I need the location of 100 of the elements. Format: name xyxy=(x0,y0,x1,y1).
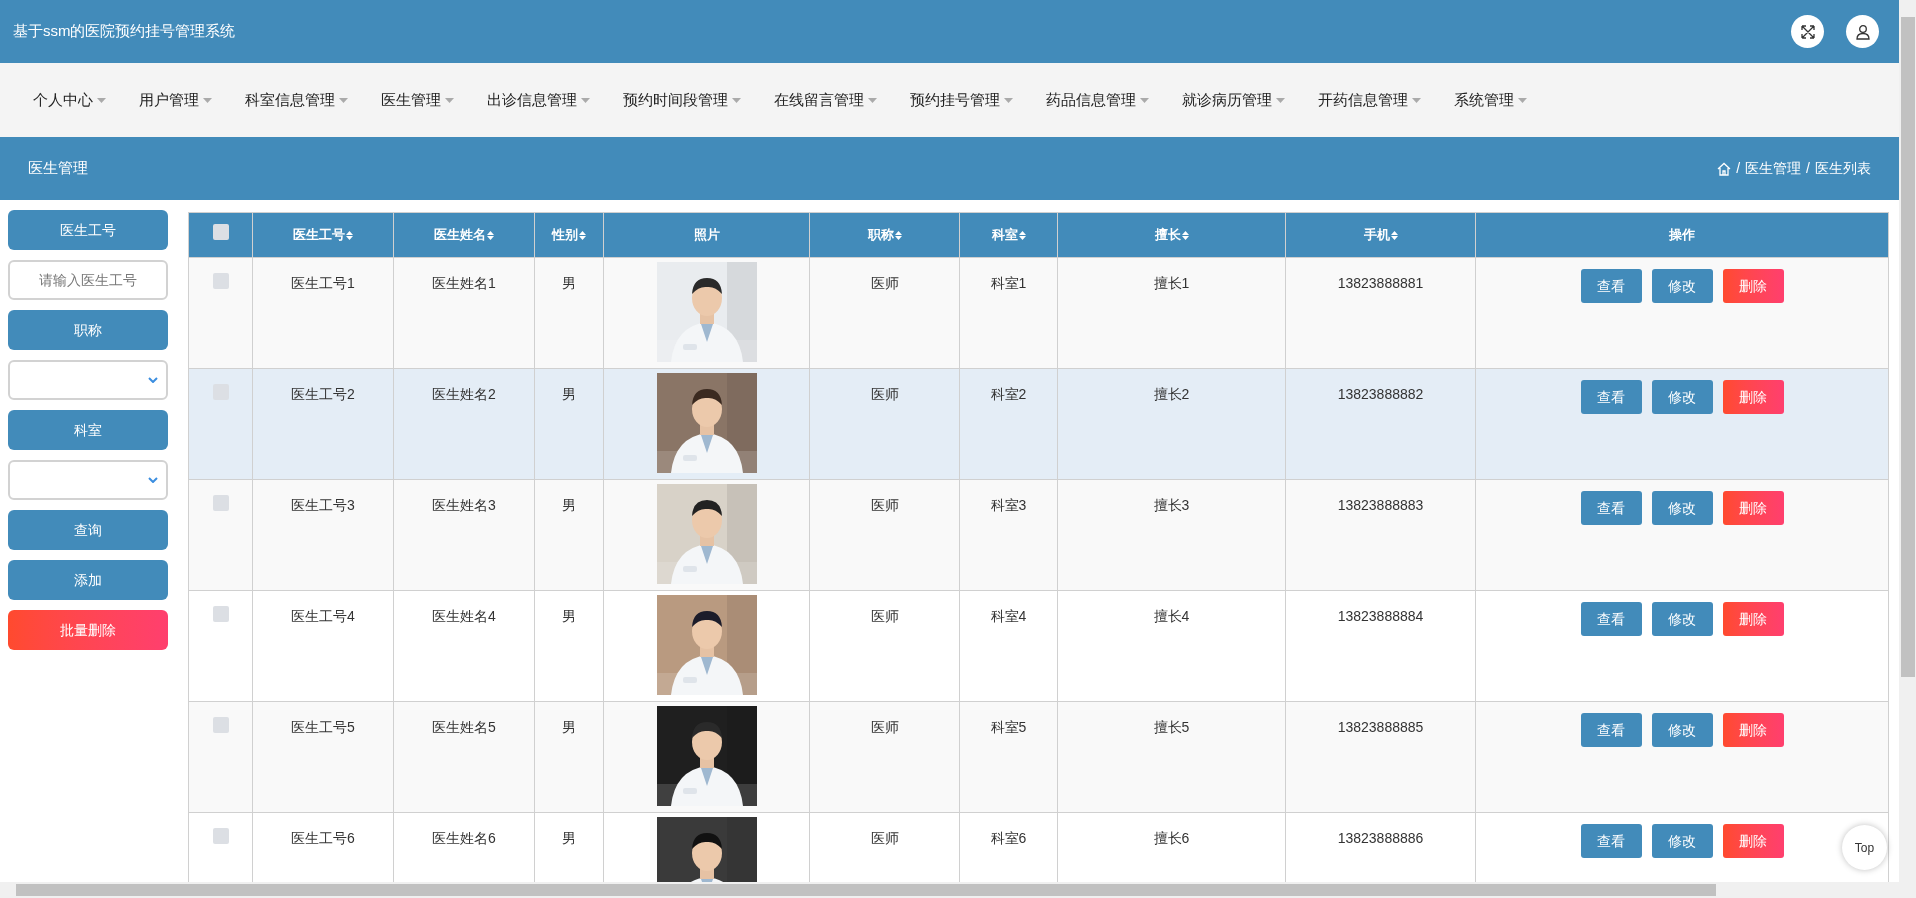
checkbox[interactable] xyxy=(212,495,229,511)
search-field[interactable]: 请输入医生工号 xyxy=(8,260,168,300)
sort-icon[interactable] xyxy=(1181,230,1189,240)
table-row[interactable]: 医生工号5 医生姓名5 男 医师 科室5 擅长5 13823888885 查看 修改 删除 xyxy=(188,701,1889,813)
horizontal-scrollbar[interactable] xyxy=(0,882,1899,898)
delete-button[interactable]: 删除 xyxy=(1722,713,1784,747)
nav-menu-item[interactable]: 开药信息管理 xyxy=(1318,88,1421,112)
breadcrumb-item: 医生列表 xyxy=(1815,159,1871,178)
action-button[interactable]: 查询 xyxy=(8,510,168,550)
table-cell: 医生工号5 xyxy=(291,719,355,735)
nav-menu-item[interactable]: 预约时间段管理 xyxy=(623,88,741,112)
checkbox[interactable] xyxy=(212,273,229,289)
filter-label: 科室 xyxy=(8,410,168,450)
table-cell: 男 xyxy=(562,719,576,735)
sort-icon[interactable] xyxy=(346,230,353,240)
row-action-button[interactable]: 修改 xyxy=(1651,713,1713,747)
nav-menu-item[interactable]: 系统管理 xyxy=(1454,88,1527,112)
caret-icon xyxy=(339,97,348,103)
row-action-button[interactable]: 查看 xyxy=(1580,824,1642,858)
sort-icon[interactable] xyxy=(894,230,902,240)
caret-icon xyxy=(1004,97,1013,103)
sort-icon[interactable] xyxy=(579,230,586,240)
table-cell: 13823888885 xyxy=(1337,719,1424,735)
delete-button[interactable]: 删除 xyxy=(1722,824,1784,858)
table-cell: 擅长6 xyxy=(1153,830,1190,846)
checkbox[interactable] xyxy=(212,717,229,733)
table-cell: 擅长1 xyxy=(1153,275,1190,291)
table-cell: 男 xyxy=(562,275,576,291)
checkbox[interactable] xyxy=(212,224,229,240)
caret-icon xyxy=(1412,97,1421,103)
table-cell: 科室4 xyxy=(990,608,1027,624)
row-action-button[interactable]: 修改 xyxy=(1651,491,1713,525)
column-header[interactable]: 职称 xyxy=(867,225,902,245)
nav-menu-item[interactable]: 在线留言管理 xyxy=(774,88,877,112)
table-row[interactable]: 医生工号2 医生姓名2 男 医师 科室2 擅长2 13823888882 查看 修改 删除 xyxy=(188,368,1889,480)
caret-icon xyxy=(1518,97,1527,103)
table-row[interactable]: 医生工号1 医生姓名1 男 医师 科室1 擅长1 13823888881 查看 修改 删除 xyxy=(188,257,1889,369)
table-cell: 医生姓名6 xyxy=(432,830,496,846)
caret-icon xyxy=(868,97,877,103)
table-cell: 科室1 xyxy=(990,275,1027,291)
delete-button[interactable]: 删除 xyxy=(1722,602,1784,636)
table-cell: 男 xyxy=(562,830,576,846)
table-row[interactable]: 医生工号3 医生姓名3 男 医师 科室3 擅长3 13823888883 查看 修改 删除 xyxy=(188,479,1889,591)
batch-delete-button[interactable]: 批量删除 xyxy=(8,610,168,650)
dropdown-field[interactable] xyxy=(8,360,168,400)
table-cell: 擅长2 xyxy=(1153,386,1190,402)
column-header[interactable]: 科室 xyxy=(991,225,1026,245)
delete-button[interactable]: 删除 xyxy=(1722,380,1784,414)
nav-menu-item[interactable]: 科室信息管理 xyxy=(245,88,348,112)
column-header[interactable]: 手机 xyxy=(1363,225,1398,245)
caret-icon xyxy=(1276,97,1285,103)
table-cell: 医师 xyxy=(870,386,899,402)
breadcrumb-item[interactable]: 医生管理 xyxy=(1745,158,1802,179)
column-header[interactable]: 医生姓名 xyxy=(434,225,494,245)
expand-icon xyxy=(1799,23,1816,40)
table-row[interactable]: 医生工号4 医生姓名4 男 医师 科室4 擅长4 13823888884 查看 修改 删除 xyxy=(188,590,1889,702)
caret-icon xyxy=(1140,97,1149,103)
row-action-button[interactable]: 修改 xyxy=(1651,824,1713,858)
sort-icon[interactable] xyxy=(1018,230,1026,240)
home-icon[interactable] xyxy=(1717,161,1732,176)
checkbox[interactable] xyxy=(212,606,229,622)
table-cell: 医生姓名3 xyxy=(432,497,496,513)
table-cell: 科室6 xyxy=(990,830,1027,846)
fullscreen-button[interactable] xyxy=(1791,15,1824,48)
caret-icon xyxy=(97,97,106,103)
user-button[interactable] xyxy=(1846,15,1879,48)
delete-button[interactable]: 删除 xyxy=(1722,491,1784,525)
column-header[interactable]: 医生工号 xyxy=(293,225,353,245)
nav-menu-item[interactable]: 用户管理 xyxy=(139,88,212,112)
action-button[interactable]: 添加 xyxy=(8,560,168,600)
column-header[interactable]: 擅长 xyxy=(1154,225,1189,245)
caret-icon xyxy=(445,97,454,103)
nav-menu-item[interactable]: 出诊信息管理 xyxy=(487,88,590,112)
dropdown-field[interactable] xyxy=(8,460,168,500)
nav-menu-item[interactable]: 个人中心 xyxy=(33,88,106,112)
caret-icon xyxy=(732,97,741,103)
table-cell: 医师 xyxy=(870,275,899,291)
row-action-button[interactable]: 查看 xyxy=(1580,602,1642,636)
vertical-scrollbar[interactable] xyxy=(1899,0,1916,898)
nav-menu-item[interactable]: 预约挂号管理 xyxy=(910,88,1013,112)
nav-menu-item[interactable]: 医生管理 xyxy=(381,88,454,112)
column-header: 操作 xyxy=(1669,226,1695,245)
row-action-button[interactable]: 修改 xyxy=(1651,602,1713,636)
row-action-button[interactable]: 修改 xyxy=(1651,269,1713,303)
nav-menu-item[interactable]: 药品信息管理 xyxy=(1046,88,1149,112)
filter-label: 职称 xyxy=(8,310,168,350)
checkbox[interactable] xyxy=(212,828,229,844)
column-header: 照片 xyxy=(693,226,720,245)
breadcrumb-separator: / xyxy=(1806,159,1810,178)
row-action-button[interactable]: 查看 xyxy=(1580,713,1642,747)
caret-icon xyxy=(203,97,212,103)
row-action-button[interactable]: 修改 xyxy=(1651,380,1713,414)
sort-icon[interactable] xyxy=(1390,230,1398,240)
row-action-button[interactable]: 查看 xyxy=(1580,380,1642,414)
table-cell: 13823888883 xyxy=(1337,497,1424,513)
row-action-button[interactable]: 查看 xyxy=(1580,269,1642,303)
nav-menu-item[interactable]: 就诊病历管理 xyxy=(1182,88,1285,112)
row-action-button[interactable]: 查看 xyxy=(1580,491,1642,525)
delete-button[interactable]: 删除 xyxy=(1722,269,1784,303)
sort-icon[interactable] xyxy=(487,230,494,240)
